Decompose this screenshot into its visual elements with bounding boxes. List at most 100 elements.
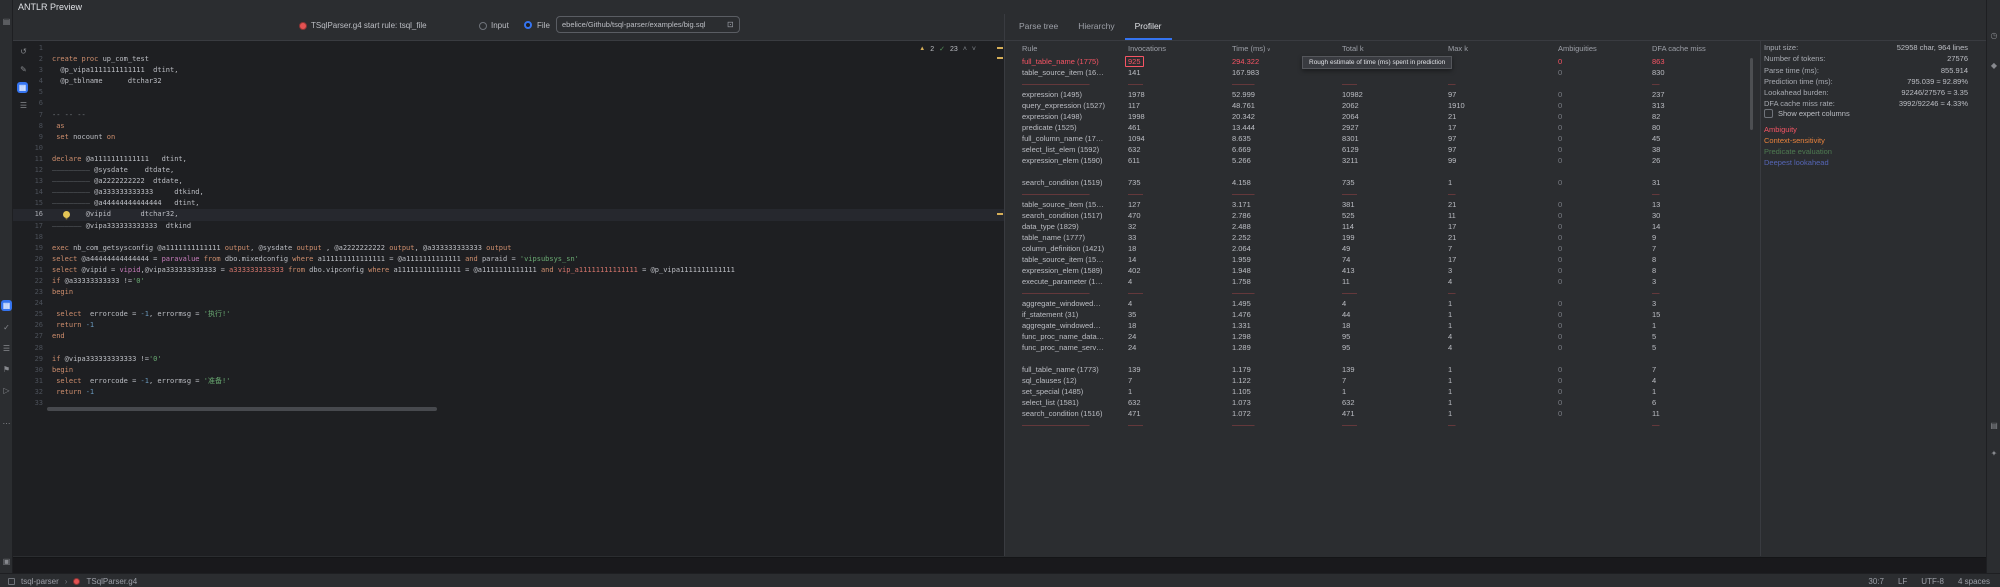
profiler-row[interactable]: aggregate_windowed…41.4954103 xyxy=(1014,298,1755,309)
code-line[interactable]: 28 xyxy=(13,343,1004,354)
status-item-utf-8[interactable]: UTF-8 xyxy=(1921,577,1944,586)
profiler-row[interactable]: full_column_name (17…10948.635830197045 xyxy=(1014,133,1755,144)
error-stripe-mark[interactable] xyxy=(997,47,1003,49)
tab-hierarchy[interactable]: Hierarchy xyxy=(1068,14,1124,40)
input-radio[interactable] xyxy=(479,22,487,30)
bookmarks-icon[interactable]: ⚑ xyxy=(0,364,13,376)
editor-horizontal-scrollbar[interactable] xyxy=(47,407,437,411)
status-project-name[interactable]: tsql-parser xyxy=(21,577,59,586)
code-line[interactable]: 5 xyxy=(13,87,1004,98)
tab-parse-tree[interactable]: Parse tree xyxy=(1009,14,1068,40)
profiler-row[interactable]: select_list_elem (1592)6326.669612997038 xyxy=(1014,144,1755,155)
profiler-row[interactable]: predicate (1525)46113.444292717080 xyxy=(1014,122,1755,133)
expert-columns-checkbox[interactable] xyxy=(1764,109,1773,118)
profiler-row[interactable]: expression (1495)197852.99910982970237 xyxy=(1014,89,1755,100)
database-icon[interactable]: ▤ xyxy=(1987,420,2000,432)
code-line[interactable]: 3 @p_vipa1111111111111 dtint, xyxy=(13,65,1004,76)
status-item-lf[interactable]: LF xyxy=(1898,577,1907,586)
code-line[interactable]: 9 set nocount on xyxy=(13,132,1004,143)
status-item-4-spaces[interactable]: 4 spaces xyxy=(1958,577,1990,586)
code-line[interactable]: 12————————— @sysdate dtdate, xyxy=(13,165,1004,176)
commit-icon[interactable]: ✓ xyxy=(0,322,13,334)
profiler-row[interactable]: expression_elem (1590)6115.266321199026 xyxy=(1014,155,1755,166)
code-line[interactable]: 32 return -1 xyxy=(13,387,1004,398)
code-line[interactable]: 7-- -- -- xyxy=(13,110,1004,121)
more-tools-icon[interactable]: ⋯ xyxy=(0,418,13,430)
code-line[interactable]: 18 xyxy=(13,232,1004,243)
file-path-input[interactable] xyxy=(556,16,740,33)
code-line[interactable]: 4 @p_tblname dtchar32 xyxy=(13,76,1004,87)
column-header-invocations[interactable]: Invocations xyxy=(1120,42,1224,55)
project-icon[interactable]: ▤ xyxy=(0,16,13,28)
error-stripe-mark[interactable] xyxy=(997,57,1003,59)
column-header-ambiguities[interactable]: Ambiguities xyxy=(1550,42,1644,55)
profiler-row[interactable]: set_special (1485)11.1051101 xyxy=(1014,386,1755,397)
profiler-row[interactable]: table_source_item (15…1273.17138121013 xyxy=(1014,199,1755,210)
profiler-row[interactable]: search_condition (1519)7354.1587351031 xyxy=(1014,177,1755,188)
profiler-row[interactable]: select_list (1581)6321.073632106 xyxy=(1014,397,1755,408)
code-line[interactable]: 15————————— @a44444444444444 dtint, xyxy=(13,198,1004,209)
code-line[interactable]: 13————————— @a2222222222 dtdate, xyxy=(13,176,1004,187)
input-editor[interactable]: ↺ ✎ ▦ ☰ 12create proc up_com_test3 @p_vi… xyxy=(13,41,1004,556)
code-line[interactable]: 27end xyxy=(13,331,1004,342)
browse-file-icon[interactable]: ⊡ xyxy=(727,20,734,29)
column-header-total-k[interactable]: Total k xyxy=(1334,42,1440,55)
profiler-row[interactable]: func_proc_name_data…241.29895405 xyxy=(1014,331,1755,342)
column-header-rule[interactable]: Rule xyxy=(1014,42,1120,55)
code-line[interactable]: 16 @vipid dtchar32, xyxy=(13,209,1004,220)
run-icon[interactable]: ▷ xyxy=(0,385,13,397)
code-line[interactable]: 2create proc up_com_test xyxy=(13,54,1004,65)
terminal-icon[interactable]: ▣ xyxy=(0,556,13,568)
profiler-row[interactable]: search_condition (1517)4702.78652511030 xyxy=(1014,210,1755,221)
code-line[interactable]: 23begin xyxy=(13,287,1004,298)
profiler-row[interactable]: func_proc_name_serv…241.28995405 xyxy=(1014,342,1755,353)
file-radio-label[interactable]: File xyxy=(537,20,550,32)
gradle-icon[interactable]: ◆ xyxy=(1987,60,2000,72)
status-file-name[interactable]: TSqlParser.g4 xyxy=(86,577,137,586)
code-line[interactable]: 21select @vipid = vipid,@vipa33333333333… xyxy=(13,265,1004,276)
profiler-row[interactable]: search_condition (1516)4711.0724711011 xyxy=(1014,408,1755,419)
profiler-row[interactable]: —————————————————— xyxy=(1014,188,1755,199)
code-line[interactable]: 6 xyxy=(13,98,1004,109)
profiler-scrollbar[interactable] xyxy=(1750,58,1753,130)
profiler-row[interactable]: sql_clauses (12)71.1227104 xyxy=(1014,375,1755,386)
code-area[interactable]: 12create proc up_com_test3 @p_vipa111111… xyxy=(13,43,1004,409)
column-header-time-ms[interactable]: Time (ms) ∨ xyxy=(1224,42,1334,55)
code-line[interactable]: 1 xyxy=(13,43,1004,54)
error-stripe-mark[interactable] xyxy=(997,213,1003,215)
profiler-row[interactable]: —————————————————— xyxy=(1014,287,1755,298)
code-line[interactable]: 11declare @a1111111111111 dtint, xyxy=(13,154,1004,165)
code-line[interactable]: 19exec nb_com_getsysconfig @a11111111111… xyxy=(13,243,1004,254)
structure-icon[interactable]: ☰ xyxy=(0,343,13,355)
code-line[interactable]: 20select @a44444444444444 = paravalue fr… xyxy=(13,254,1004,265)
file-radio[interactable] xyxy=(524,21,532,29)
antlr-preview-tool-icon[interactable]: ▦ xyxy=(1,300,12,311)
profiler-row[interactable]: data_type (1829)322.48811417014 xyxy=(1014,221,1755,232)
ai-assistant-icon[interactable]: ✦ xyxy=(1987,448,2000,460)
profiler-row[interactable]: table_name (1777)332.2521992109 xyxy=(1014,232,1755,243)
notifications-icon[interactable]: ◷ xyxy=(1987,30,2000,42)
profiler-row[interactable]: —————————————————— xyxy=(1014,419,1755,430)
code-line[interactable]: 30begin xyxy=(13,365,1004,376)
profiler-row[interactable]: aggregate_windowed…181.33118101 xyxy=(1014,320,1755,331)
code-line[interactable]: 26 return -1 xyxy=(13,320,1004,331)
profiler-row[interactable]: expression (1498)199820.342206421082 xyxy=(1014,111,1755,122)
prev-problem-icon[interactable]: ˄ xyxy=(963,46,967,53)
profiler-row[interactable]: if_statement (31)351.476441015 xyxy=(1014,309,1755,320)
profiler-row[interactable]: —————————————————— xyxy=(1014,78,1755,89)
next-problem-icon[interactable]: ˅ xyxy=(972,46,976,53)
profiler-row[interactable]: execute_parameter (1…41.75811403 xyxy=(1014,276,1755,287)
code-line[interactable]: 8 as xyxy=(13,121,1004,132)
code-line[interactable]: 31 select errorcode = -1, errormsg = '准备… xyxy=(13,376,1004,387)
profiler-row[interactable]: query_expression (1527)11748.76120621910… xyxy=(1014,100,1755,111)
inspections-widget[interactable]: ▲2 ✓23 ˄ ˅ xyxy=(919,45,976,53)
profiler-row[interactable]: full_table_name (1773)1391.179139107 xyxy=(1014,364,1755,375)
code-line[interactable]: 24 xyxy=(13,298,1004,309)
code-line[interactable]: 29if @vipa333333333333 !='0' xyxy=(13,354,1004,365)
tab-profiler[interactable]: Profiler xyxy=(1125,14,1172,40)
code-line[interactable]: 17——————— @vipa333333333333 dtkind xyxy=(13,221,1004,232)
status-item-30-7[interactable]: 30:7 xyxy=(1868,577,1884,586)
profiler-row[interactable]: column_definition (1421)182.06449707 xyxy=(1014,243,1755,254)
code-line[interactable]: 22if @a33333333333 !='0' xyxy=(13,276,1004,287)
column-header-max-k[interactable]: Max k xyxy=(1440,42,1550,55)
